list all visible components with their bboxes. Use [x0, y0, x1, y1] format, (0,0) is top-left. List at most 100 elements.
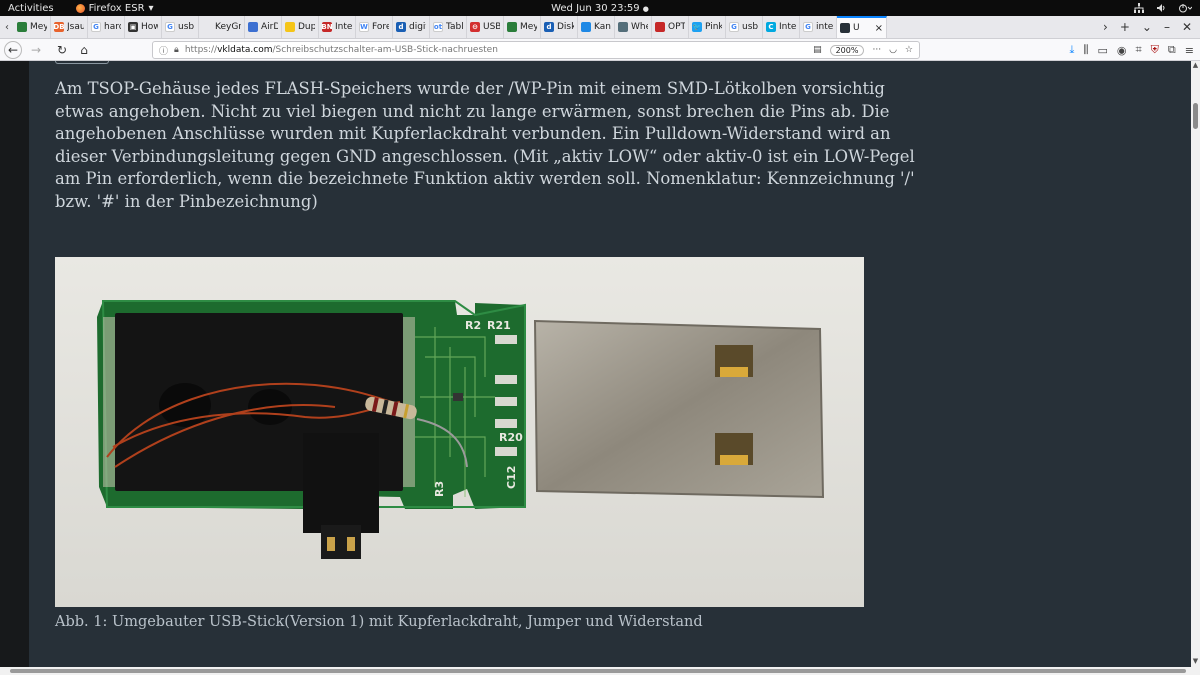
tab-item[interactable]: Ginter — [800, 16, 837, 38]
favicon-icon — [202, 22, 212, 32]
tab-title: usb — [742, 22, 759, 32]
tab-item[interactable]: Whe — [615, 16, 652, 38]
power-icon — [1179, 4, 1192, 13]
tab-item[interactable]: WFore — [356, 16, 393, 38]
favicon-icon: G — [729, 22, 739, 32]
app-menu[interactable]: Firefox ESR ▾ — [75, 3, 154, 14]
clock-text: Wed Jun 30 23:59 — [551, 2, 640, 14]
ublock-extension-icon[interactable]: ⛨ — [1151, 43, 1159, 57]
tab-scroll-right-button[interactable]: › — [1103, 20, 1108, 34]
downloads-icon[interactable]: ⤓ — [1070, 43, 1075, 57]
url-domain: vkldata.com — [217, 45, 273, 55]
vertical-scroll-thumb[interactable] — [1193, 103, 1198, 129]
tab-item[interactable]: Ghard — [88, 16, 125, 38]
tab-title: digit — [409, 22, 426, 32]
site-info-icon[interactable]: ⓘ — [159, 44, 168, 57]
tab-item[interactable]: ⊖ USB — [467, 16, 504, 38]
tab-item[interactable]: Gusb — [162, 16, 199, 38]
silkscreen-label: R21 — [487, 319, 511, 332]
tab-item[interactable]: Dupl — [282, 16, 319, 38]
notification-dot-icon: ● — [642, 4, 649, 13]
tab-active[interactable]: U × — [837, 16, 887, 38]
tab-item[interactable]: otTable — [430, 16, 467, 38]
favicon-icon: DB — [53, 22, 65, 32]
forward-button[interactable]: → — [26, 43, 46, 57]
system-tray[interactable] — [1134, 0, 1192, 16]
extensions-icon[interactable]: ⧉ — [1168, 43, 1176, 57]
tab-title: Kang — [594, 22, 611, 32]
silkscreen-label: R3 — [433, 481, 446, 497]
close-tab-icon[interactable]: × — [875, 23, 883, 34]
tab-item[interactable]: Mey — [14, 16, 51, 38]
favicon-icon — [17, 22, 27, 32]
silkscreen-label: R2 — [465, 319, 481, 332]
usb-stick-photo[interactable]: R2 R21 R20 R3 C12 — [55, 257, 864, 607]
tab-item[interactable]: dDisk — [541, 16, 578, 38]
url-bar[interactable]: ⓘ 🔒︎ https:// vkldata.com /Schreibschutz… — [152, 41, 920, 59]
horizontal-scroll-thumb[interactable] — [10, 669, 1186, 673]
tab-item[interactable]: Kang — [578, 16, 615, 38]
activities-button[interactable]: Activities — [0, 3, 62, 14]
favicon-icon: d — [396, 22, 406, 32]
tab-scroll-left-button[interactable]: ‹ — [0, 16, 14, 38]
back-button[interactable]: ← — [4, 40, 22, 59]
new-tab-button[interactable]: + — [1120, 20, 1130, 34]
menu-icon[interactable]: ≡ — [1185, 44, 1194, 57]
favicon-icon — [248, 22, 258, 32]
favicon-icon: d — [544, 22, 554, 32]
pocket-icon[interactable]: ◡ — [889, 45, 897, 55]
list-all-tabs-button[interactable]: ⌄ — [1142, 20, 1152, 34]
lock-icon[interactable]: 🔒︎ — [174, 45, 179, 55]
jumper — [303, 433, 379, 533]
sidebar-icon[interactable]: ▭ — [1097, 44, 1107, 57]
favicon-icon — [581, 22, 591, 32]
home-button[interactable]: ⌂ — [74, 43, 94, 57]
tab-title: Jsau — [67, 22, 84, 32]
close-window-button[interactable]: ✕ — [1182, 20, 1192, 34]
horizontal-scrollbar[interactable] — [0, 667, 1200, 675]
tab-item[interactable]: 🐦Pinky — [689, 16, 726, 38]
favicon-icon: G — [165, 22, 175, 32]
tab-item[interactable]: DB Jsau — [51, 16, 88, 38]
vertical-scrollbar[interactable]: ▲ ▼ — [1191, 61, 1200, 667]
tab-item[interactable]: KeyGrab — [199, 16, 245, 38]
tab-item[interactable]: CInter — [763, 16, 800, 38]
tab-title: KeyGrab — [215, 22, 241, 32]
zoom-indicator[interactable]: 200% — [829, 44, 865, 56]
clock[interactable]: Wed Jun 30 23:59 ● — [551, 3, 649, 14]
tab-title: hard — [104, 22, 121, 32]
tab-title: Mey — [520, 22, 537, 32]
favicon-icon: ▣ — [128, 22, 138, 32]
tab-list: MeyDBJsauGhard▣HowGusbKeyGrabAirDDuplBNI… — [14, 16, 837, 38]
favicon-icon — [840, 23, 850, 33]
favicon-icon — [618, 22, 628, 32]
screenshot-icon[interactable]: ⌗ — [1135, 43, 1141, 57]
tab-item[interactable]: AirD — [245, 16, 282, 38]
bookmark-star-icon[interactable]: ☆ — [905, 45, 913, 55]
tab-item[interactable]: Mey — [504, 16, 541, 38]
scroll-up-icon[interactable]: ▲ — [1191, 61, 1200, 71]
tab-item[interactable]: OPT — [652, 16, 689, 38]
reader-view-icon[interactable]: ▤ — [813, 45, 822, 55]
tab-title: Pinky — [705, 22, 722, 32]
tab-title: USB — [483, 22, 500, 32]
silkscreen-label: C12 — [505, 466, 518, 489]
page-viewport: Am TSOP-Gehäuse jedes FLASH-Speichers wu… — [0, 61, 1200, 667]
favicon-icon: ⊖ — [470, 22, 480, 32]
tab-item[interactable]: BNInter — [319, 16, 356, 38]
tab-item[interactable]: ddigit — [393, 16, 430, 38]
minimize-window-button[interactable]: – — [1164, 20, 1170, 34]
page-actions-icon[interactable]: ··· — [872, 45, 881, 55]
tab-title: usb — [178, 22, 195, 32]
network-icon — [1134, 3, 1144, 13]
account-icon[interactable]: ◉ — [1117, 44, 1127, 57]
firefox-icon — [75, 3, 85, 13]
tab-title: AirD — [261, 22, 278, 32]
scroll-down-icon[interactable]: ▼ — [1191, 657, 1200, 667]
tab-item[interactable]: ▣How — [125, 16, 162, 38]
reload-button[interactable]: ↻ — [52, 43, 72, 57]
tab-item[interactable]: Gusb — [726, 16, 763, 38]
article-paragraph: Am TSOP-Gehäuse jedes FLASH-Speichers wu… — [55, 79, 915, 211]
library-icon[interactable]: ⫼ — [1083, 43, 1088, 57]
tab-title: Disk — [557, 22, 574, 32]
